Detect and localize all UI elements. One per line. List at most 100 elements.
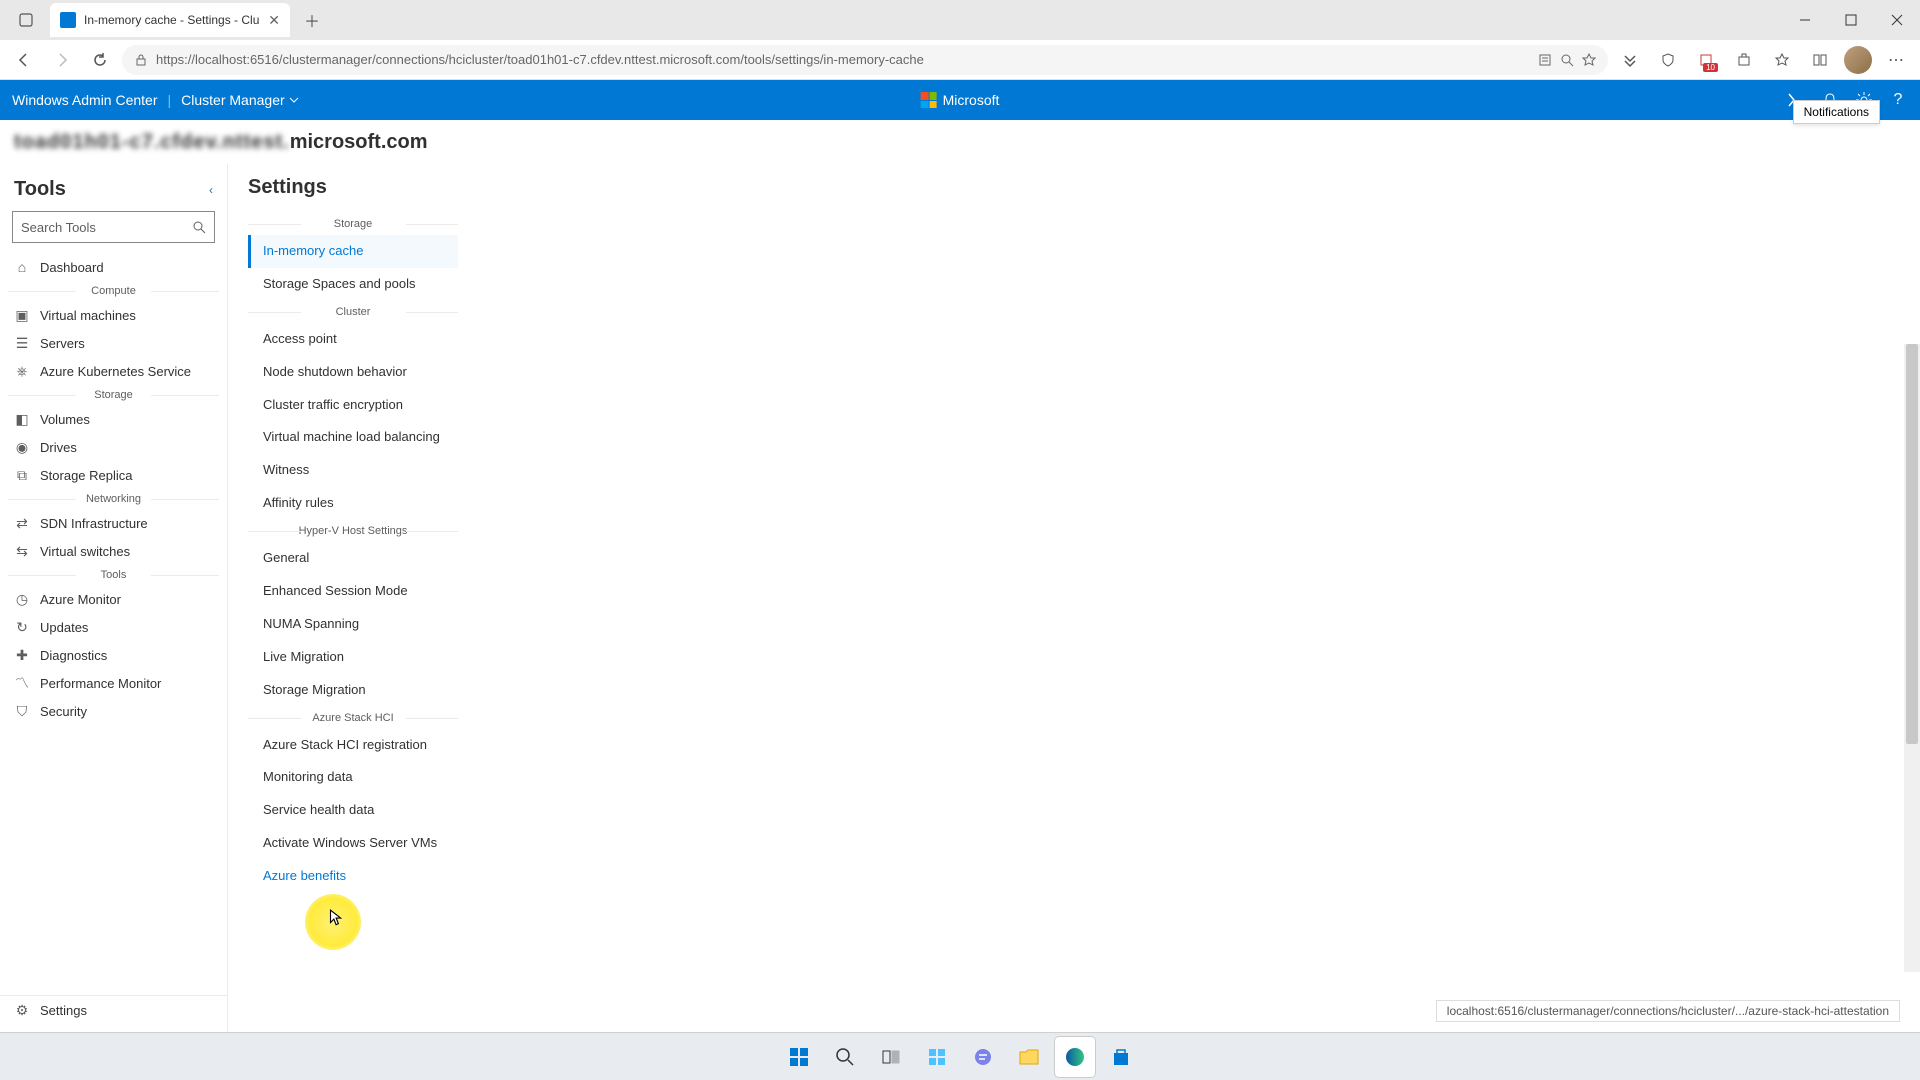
settings-item-azure-benefits[interactable]: Azure benefits	[248, 860, 458, 893]
back-button[interactable]	[8, 44, 40, 76]
updates-icon: ↻	[14, 619, 30, 635]
store-button[interactable]	[1101, 1037, 1141, 1077]
sidebar-item-security[interactable]: ⛉Security	[0, 697, 227, 725]
reader-icon[interactable]	[1538, 53, 1552, 67]
tab-title: In-memory cache - Settings - Clu	[84, 13, 259, 27]
settings-item-cluster-traffic-encryption[interactable]: Cluster traffic encryption	[248, 389, 458, 422]
close-window-button[interactable]	[1874, 0, 1920, 40]
sidebar-item-sdn-infrastructure[interactable]: ⇄SDN Infrastructure	[0, 509, 227, 537]
settings-item-node-shutdown-behavior[interactable]: Node shutdown behavior	[248, 356, 458, 389]
sidebar-item-performance-monitor[interactable]: 〽Performance Monitor	[0, 669, 227, 697]
sidebar-item-diagnostics[interactable]: ✚Diagnostics	[0, 641, 227, 669]
sidebar-item-azure-kubernetes-service[interactable]: ⎈Azure Kubernetes Service	[0, 357, 227, 385]
browser-tab[interactable]: In-memory cache - Settings - Clu ✕	[50, 3, 290, 37]
volume-icon: ◧	[14, 411, 30, 427]
settings-item-enhanced-session-mode[interactable]: Enhanced Session Mode	[248, 575, 458, 608]
start-button[interactable]	[779, 1037, 819, 1077]
settings-item-monitoring-data[interactable]: Monitoring data	[248, 761, 458, 794]
settings-group-label: Cluster	[248, 303, 458, 321]
status-url: localhost:6516/clustermanager/connection…	[1436, 1000, 1900, 1022]
sidebar-item-settings[interactable]: ⚙ Settings	[0, 996, 227, 1024]
search-icon	[192, 220, 206, 234]
close-tab-button[interactable]: ✕	[268, 12, 280, 29]
url-text: https://localhost:6516/clustermanager/co…	[156, 52, 1530, 67]
new-tab-button[interactable]: ＋	[296, 4, 328, 36]
sdn-icon: ⇄	[14, 515, 30, 531]
sidebar-item-volumes[interactable]: ◧Volumes	[0, 405, 227, 433]
microsoft-logo: Microsoft	[921, 92, 1000, 108]
chat-button[interactable]	[963, 1037, 1003, 1077]
gear-icon: ⚙	[14, 1002, 30, 1018]
monitor-icon: ◷	[14, 591, 30, 607]
extensions-overflow-button[interactable]	[1614, 44, 1646, 76]
aks-icon: ⎈	[14, 363, 30, 379]
settings-item-general[interactable]: General	[248, 542, 458, 575]
settings-item-live-migration[interactable]: Live Migration	[248, 641, 458, 674]
perf-icon: 〽	[14, 675, 30, 691]
tab-actions-button[interactable]	[8, 2, 44, 38]
maximize-button[interactable]	[1828, 0, 1874, 40]
extension-button[interactable]	[1728, 44, 1760, 76]
settings-item-affinity-rules[interactable]: Affinity rules	[248, 487, 458, 520]
tools-sidebar: Tools ‹ Search Tools ⌂DashboardCompute▣V…	[0, 164, 228, 1032]
sidebar-item-azure-monitor[interactable]: ◷Azure Monitor	[0, 585, 227, 613]
profile-button[interactable]	[1842, 44, 1874, 76]
settings-nav: Storage In-memory cacheStorage Spaces and…	[248, 213, 458, 933]
file-explorer-button[interactable]	[1009, 1037, 1049, 1077]
shield-icon[interactable]	[1652, 44, 1684, 76]
settings-item-storage-spaces-and-pools[interactable]: Storage Spaces and pools	[248, 268, 458, 301]
search-tools-input[interactable]: Search Tools	[12, 211, 215, 243]
settings-item-witness[interactable]: Witness	[248, 454, 458, 487]
tool-group-label: Storage	[0, 385, 227, 405]
sidebar-item-drives[interactable]: ◉Drives	[0, 433, 227, 461]
cursor-icon	[326, 909, 344, 927]
browser-titlebar: In-memory cache - Settings - Clu ✕ ＋	[0, 0, 1920, 40]
edge-button[interactable]	[1055, 1037, 1095, 1077]
settings-group-label: Storage	[248, 215, 458, 233]
help-icon[interactable]: ?	[1888, 90, 1908, 110]
zoom-icon[interactable]	[1560, 53, 1574, 67]
minimize-button[interactable]	[1782, 0, 1828, 40]
settings-item-storage-migration[interactable]: Storage Migration	[248, 674, 458, 707]
tool-group-label: Compute	[0, 281, 227, 301]
url-input[interactable]: https://localhost:6516/clustermanager/co…	[122, 45, 1608, 75]
settings-item-azure-stack-hci-registration[interactable]: Azure Stack HCI registration	[248, 729, 458, 762]
collapse-sidebar-button[interactable]: ‹	[209, 183, 213, 197]
settings-item-access-point[interactable]: Access point	[248, 323, 458, 356]
home-icon: ⌂	[14, 259, 30, 275]
tools-title: Tools	[14, 178, 66, 201]
refresh-button[interactable]	[84, 44, 116, 76]
search-button[interactable]	[825, 1037, 865, 1077]
sidebar-item-updates[interactable]: ↻Updates	[0, 613, 227, 641]
menu-button[interactable]: ⋯	[1880, 44, 1912, 76]
sidebar-item-virtual-switches[interactable]: ⇆Virtual switches	[0, 537, 227, 565]
sidebar-item-virtual-machines[interactable]: ▣Virtual machines	[0, 301, 227, 329]
context-dropdown[interactable]: Cluster Manager	[181, 92, 299, 108]
collections-button[interactable]: 10	[1690, 44, 1722, 76]
address-bar: https://localhost:6516/clustermanager/co…	[0, 40, 1920, 80]
scrollbar[interactable]	[1904, 344, 1920, 972]
collections-icon[interactable]	[1804, 44, 1836, 76]
sidebar-item-servers[interactable]: ☰Servers	[0, 329, 227, 357]
forward-button[interactable]	[46, 44, 78, 76]
settings-item-service-health-data[interactable]: Service health data	[248, 794, 458, 827]
sidebar-item-dashboard[interactable]: ⌂Dashboard	[0, 253, 227, 281]
settings-item-activate-windows-server-vms[interactable]: Activate Windows Server VMs	[248, 827, 458, 860]
settings-item-in-memory-cache[interactable]: In-memory cache	[248, 235, 458, 268]
drive-icon: ◉	[14, 439, 30, 455]
server-icon: ☰	[14, 335, 30, 351]
widgets-button[interactable]	[917, 1037, 957, 1077]
settings-group-label: Hyper-V Host Settings	[248, 522, 458, 540]
lock-icon	[134, 53, 148, 67]
wac-brand[interactable]: Windows Admin Center	[12, 92, 158, 108]
task-view-button[interactable]	[871, 1037, 911, 1077]
favicon-icon	[60, 12, 76, 28]
settings-item-virtual-machine-load-balancing[interactable]: Virtual machine load balancing	[248, 421, 458, 454]
settings-item-numa-spanning[interactable]: NUMA Spanning	[248, 608, 458, 641]
favorites-bar-button[interactable]	[1766, 44, 1798, 76]
sidebar-item-storage-replica[interactable]: ⧉Storage Replica	[0, 461, 227, 489]
diag-icon: ✚	[14, 647, 30, 663]
security-icon: ⛉	[14, 703, 30, 719]
favorite-icon[interactable]	[1582, 53, 1596, 67]
breadcrumb: toad01h01-c7.cfdev.nttest.microsoft.com	[0, 120, 1920, 164]
